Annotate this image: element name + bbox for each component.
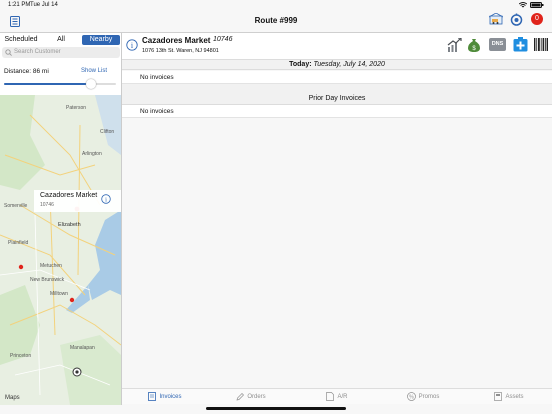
info-icon[interactable]: i xyxy=(126,39,138,51)
info-icon[interactable]: i xyxy=(101,194,111,204)
svg-text:i: i xyxy=(131,41,134,50)
map-label: Clifton xyxy=(100,129,115,135)
page-title: Route #999 xyxy=(254,16,298,25)
customer-sidebar: Scheduled All Nearby Search Customer Dis… xyxy=(0,33,122,405)
tab-orders[interactable]: Orders xyxy=(208,389,294,404)
slider-fill xyxy=(4,83,92,85)
tab-label: Orders xyxy=(247,393,266,400)
customer-number: 10746 xyxy=(213,36,233,43)
empty-area xyxy=(122,118,552,388)
tab-label: Assets xyxy=(505,393,524,400)
customer-header: i Cazadores Market 10746 1076 13th St. W… xyxy=(122,33,552,60)
segment-nearby[interactable]: Nearby xyxy=(82,35,120,45)
sync-icon[interactable] xyxy=(510,13,523,26)
map-label: Milltown xyxy=(50,291,69,297)
list-item: No invoices xyxy=(122,105,552,118)
notification-badge[interactable]: 0 xyxy=(531,13,543,25)
tab-label: Invoices xyxy=(159,393,182,400)
map-label: Arlington xyxy=(82,151,102,157)
navigation-bar: Route #999 0 xyxy=(0,11,552,33)
customer-name: Cazadores Market xyxy=(142,36,211,45)
list-item: No invoices xyxy=(122,71,552,84)
money-bag-icon[interactable]: $ xyxy=(467,37,481,52)
tab-promos[interactable]: % Promos xyxy=(380,389,466,404)
map-callout-title[interactable]: Cazadores Market xyxy=(40,192,97,199)
status-icons xyxy=(519,2,544,8)
map-label: Elizabeth xyxy=(58,222,81,228)
battery-icon xyxy=(530,2,544,8)
pencil-icon xyxy=(236,392,245,400)
percent-icon: % xyxy=(406,392,416,401)
svg-text:%: % xyxy=(409,395,414,401)
status-bar: 1:21 PM Tue Jul 14 xyxy=(0,0,552,11)
distance-slider[interactable] xyxy=(4,79,116,89)
tab-label: Promos xyxy=(418,393,440,400)
distance-label: Distance: 86 mi xyxy=(4,68,49,75)
dns-button[interactable]: DNS xyxy=(489,38,506,51)
search-input[interactable]: Search Customer xyxy=(2,47,120,58)
map-label: Somerville xyxy=(4,203,28,209)
map-view[interactable]: Paterson Clifton Arlington Elizabeth Pla… xyxy=(0,95,121,405)
section-spacer xyxy=(122,84,552,92)
today-section-header: Today: Tuesday, July 14, 2020 xyxy=(122,60,552,70)
prior-section-header: Prior Day Invoices xyxy=(122,92,552,105)
truck-depot-icon[interactable] xyxy=(489,13,503,26)
segment-scheduled[interactable]: Scheduled xyxy=(2,35,40,45)
show-list-link[interactable]: Show List xyxy=(81,68,107,74)
map-label: Metuchen xyxy=(40,263,62,269)
search-icon xyxy=(5,49,12,56)
wifi-icon xyxy=(519,2,527,8)
home-indicator[interactable] xyxy=(206,407,346,410)
tab-bar: Invoices Orders A/R % Promos Assets xyxy=(122,388,552,404)
tab-invoices[interactable]: Invoices xyxy=(122,389,208,404)
tab-assets[interactable]: Assets xyxy=(466,389,552,404)
tab-ar[interactable]: A/R xyxy=(294,389,380,404)
slider-knob[interactable] xyxy=(86,79,97,89)
add-new-icon[interactable] xyxy=(513,36,528,52)
trend-chart-icon[interactable] xyxy=(447,38,462,52)
ar-icon xyxy=(326,392,335,401)
segment-all[interactable]: All xyxy=(42,35,80,45)
map-label: Paterson xyxy=(66,105,87,111)
svg-text:i: i xyxy=(105,197,107,204)
map-label: New Brunswick xyxy=(30,277,65,283)
customer-address: 1076 13th St. Waren, NJ 94801 xyxy=(142,48,219,54)
maps-brand: Maps xyxy=(5,395,20,401)
barcode-icon[interactable] xyxy=(534,38,548,51)
status-time: 1:21 PM xyxy=(8,2,31,8)
map-label: Plainfield xyxy=(8,240,29,246)
assets-icon xyxy=(494,392,503,401)
map-callout-subtitle: 10746 xyxy=(40,202,54,208)
map-label: Manalapan xyxy=(70,345,95,351)
tab-label: A/R xyxy=(337,393,348,400)
today-date: Tuesday, July 14, 2020 xyxy=(313,61,385,68)
invoice-icon xyxy=(148,392,157,401)
today-label: Today: xyxy=(289,61,312,68)
status-date: Tue Jul 14 xyxy=(30,2,58,8)
map-label: Princeton xyxy=(10,353,32,359)
